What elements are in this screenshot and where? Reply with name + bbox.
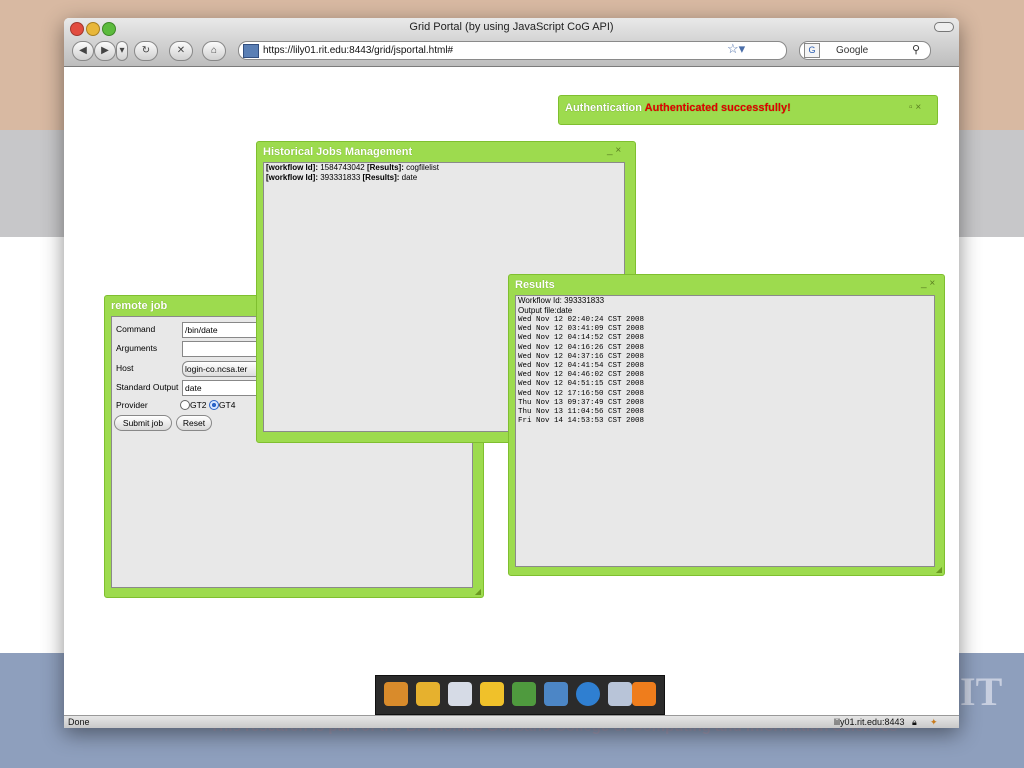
host-label: Host [116, 363, 134, 373]
search-placeholder: Google [836, 45, 869, 56]
bookmark-star-icon[interactable]: ☆▾ [727, 41, 745, 57]
rss-feed-icon[interactable] [632, 682, 656, 706]
search-icon[interactable]: ⚲ [912, 42, 920, 59]
auth-label: Authentication [565, 102, 642, 114]
results-title: Results [515, 279, 555, 291]
results-line: Fri Nov 14 14:53:53 CST 2008 [518, 417, 645, 426]
results-line: Thu Nov 13 09:37:49 CST 2008 [518, 398, 645, 407]
results-line: Wed Nov 12 04:16:26 CST 2008 [518, 343, 645, 352]
reload-button[interactable]: ↻ [134, 41, 158, 61]
rit-logo: IT [960, 669, 1003, 714]
history-entry[interactable]: [workflow Id]: 1584743042 [Results]: cog… [264, 163, 624, 173]
browser-window: Grid Portal (by using JavaScript CoG API… [64, 18, 959, 728]
resize-handle-icon[interactable]: ◢ [475, 587, 481, 596]
window-title: Grid Portal (by using JavaScript CoG API… [409, 21, 614, 33]
app-dock [375, 675, 665, 715]
provider-gt2-radio[interactable] [180, 399, 190, 410]
resize-handle-icon[interactable]: ◢ [936, 565, 942, 574]
results-panel-controls[interactable]: _ × [921, 278, 935, 289]
results-output-file: Output file:date [518, 306, 573, 315]
results-line: Wed Nov 12 04:14:52 CST 2008 [518, 334, 645, 343]
reset-button[interactable]: Reset [176, 415, 212, 431]
results-body: Workflow Id: 393331833 Output file:date … [515, 295, 935, 567]
history-panel-controls[interactable]: _ × [607, 145, 621, 156]
results-line: Thu Nov 13 11:04:56 CST 2008 [518, 408, 645, 417]
provider-gt4-radio[interactable] [208, 399, 219, 410]
grid-map-icon[interactable] [608, 682, 632, 706]
authentication-panel: Authentication Authenticated successfull… [558, 95, 938, 125]
globe-icon[interactable] [512, 682, 536, 706]
submit-job-button[interactable]: Submit job [114, 415, 172, 431]
site-favicon-icon [243, 44, 259, 58]
status-bar: Done lily01.rit.edu:8443 🔒︎ ✦ [64, 715, 959, 728]
addon-icon[interactable]: ✦ [930, 716, 938, 728]
back-button[interactable]: ◀ [72, 41, 94, 61]
historical-jobs-title: Historical Jobs Management [263, 146, 413, 158]
command-label: Command [116, 324, 156, 334]
folder-add-icon[interactable] [416, 682, 440, 706]
url-bar[interactable]: https://lily01.rit.edu:8443/grid/jsporta… [238, 41, 787, 60]
toolbar-toggle-button[interactable] [934, 22, 954, 32]
provider-label: Provider [116, 400, 148, 410]
results-workflow-id: Workflow Id: 393331833 [518, 296, 605, 305]
auth-message: Authenticated successfully! [644, 102, 791, 114]
history-entry[interactable]: [workflow Id]: 393331833 [Results]: date [264, 173, 624, 183]
stdout-label: Standard Output [116, 382, 179, 392]
google-engine-icon[interactable]: G [804, 43, 820, 58]
url-text: https://lily01.rit.edu:8443/grid/jsporta… [263, 45, 454, 56]
history-dropdown-button[interactable]: ▾ [116, 41, 128, 61]
package-icon[interactable] [480, 682, 504, 706]
map-tool-icon[interactable] [384, 682, 408, 706]
search-input[interactable]: G Google ⚲ [799, 41, 931, 60]
auth-panel-controls[interactable]: ▫ × [909, 102, 921, 113]
results-line: Wed Nov 12 17:16:50 CST 2008 [518, 389, 645, 398]
results-line: Wed Nov 12 04:37:16 CST 2008 [518, 352, 645, 361]
network-icon[interactable] [544, 682, 568, 706]
lock-icon[interactable]: 🔒︎ [912, 716, 917, 728]
home-button[interactable]: ⌂ [202, 41, 226, 61]
remote-job-title: remote job [111, 300, 168, 312]
results-line: Wed Nov 12 04:51:15 CST 2008 [518, 380, 645, 389]
workflow-diagram-icon[interactable] [448, 682, 472, 706]
browser-titlebar: Grid Portal (by using JavaScript CoG API… [64, 18, 959, 67]
results-line: Wed Nov 12 04:46:02 CST 2008 [518, 371, 645, 380]
auth-status-line: Authentication Authenticated successfull… [565, 102, 791, 114]
results-panel: Results _ × Workflow Id: 393331833 Outpu… [508, 274, 945, 576]
provider-options: GT2 GT4 [180, 397, 235, 413]
provider-gt4-label: GT4 [218, 400, 236, 410]
arguments-label: Arguments [116, 343, 158, 353]
world-icon[interactable] [576, 682, 600, 706]
status-host: lily01.rit.edu:8443 [834, 717, 905, 727]
results-line: Wed Nov 12 04:41:54 CST 2008 [518, 362, 645, 371]
results-line: Wed Nov 12 03:41:09 CST 2008 [518, 325, 645, 334]
forward-button[interactable]: ▶ [94, 41, 116, 61]
results-line: Wed Nov 12 02:40:24 CST 2008 [518, 316, 645, 324]
stop-button[interactable]: ✕ [169, 41, 193, 61]
status-text: Done [68, 717, 90, 727]
page-content: Authentication Authenticated successfull… [64, 67, 959, 715]
provider-gt2-label: GT2 [190, 400, 207, 410]
